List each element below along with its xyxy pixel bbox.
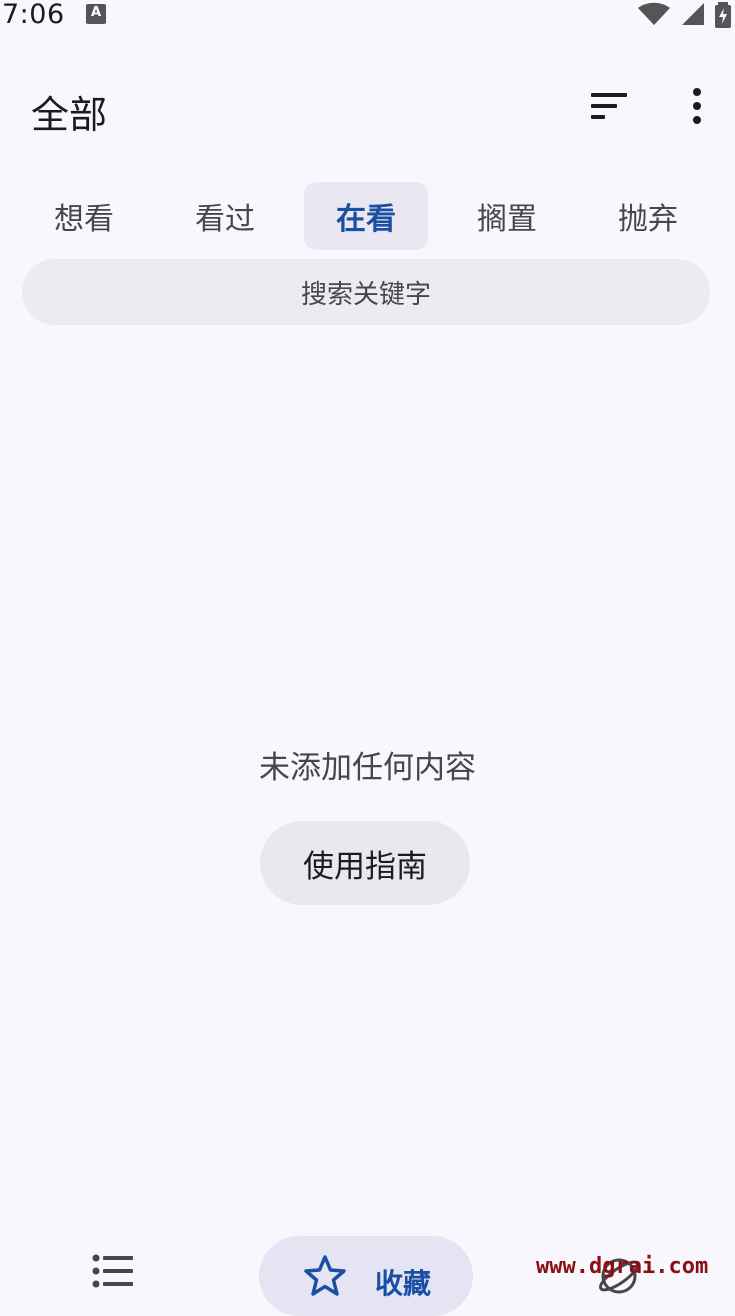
watermark: www.dgrai.com [536,1254,709,1279]
nav-item-favorites[interactable]: 收藏 [259,1236,473,1316]
search-placeholder: 搜索关键字 [300,279,431,310]
tab-on-hold[interactable]: 搁置 [445,182,569,250]
tab-watching[interactable]: 在看 [304,182,428,250]
star-icon [304,1255,346,1296]
status-time: 7:06 [2,0,65,30]
more-vert-icon [693,88,701,124]
notification-icon: A [86,4,106,24]
tab-dropped[interactable]: 抛弃 [586,182,710,250]
search-input[interactable]: 搜索关键字 [22,259,710,325]
more-options-button[interactable] [673,82,721,130]
user-guide-button[interactable]: 使用指南 [260,821,470,905]
status-tabs: 想看 看过 在看 搁置 抛弃 [12,182,724,250]
signal-icon [681,3,704,25]
wifi-icon [637,2,670,25]
empty-state-message: 未添加任何内容 [259,750,476,786]
status-bar: 7:06 A [0,0,735,30]
list-icon [92,1254,133,1288]
battery-icon [715,2,731,28]
sort-button[interactable] [585,82,633,130]
page-title: 全部 [31,93,108,137]
tab-want-to-watch[interactable]: 想看 [22,182,146,250]
nav-item-favorites-label: 收藏 [375,1267,432,1300]
nav-item-list[interactable] [92,1254,134,1292]
sort-icon [591,93,627,119]
tab-watched[interactable]: 看过 [163,182,287,250]
system-icons [633,2,731,28]
